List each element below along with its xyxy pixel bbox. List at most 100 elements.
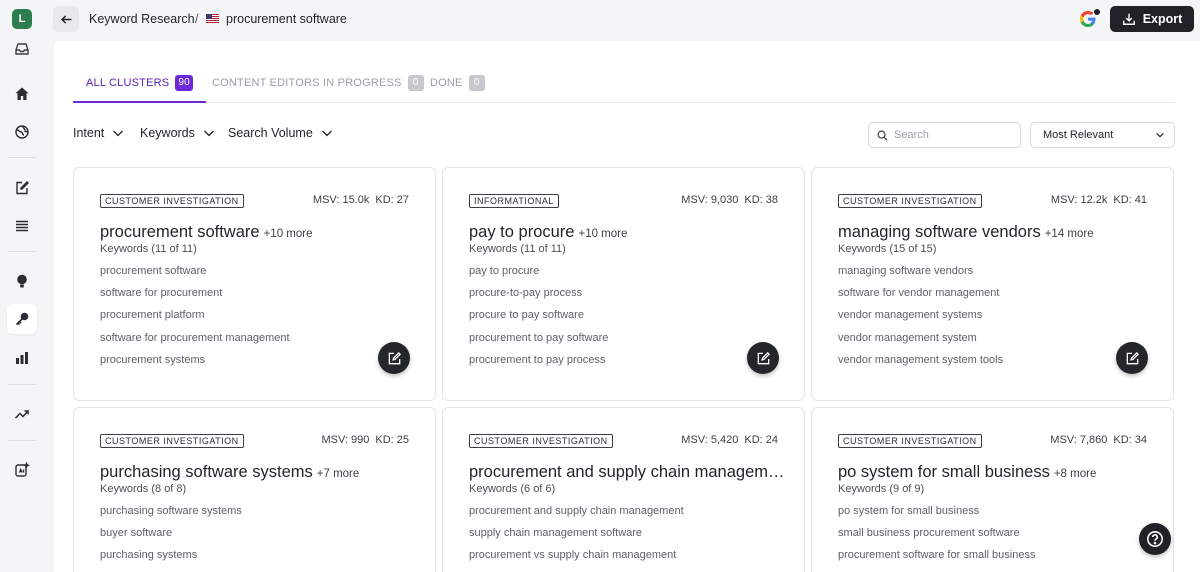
- search-volume-filter[interactable]: Search Volume: [228, 126, 333, 140]
- tab-count-badge: 90: [175, 75, 193, 91]
- kd-value: KD: 34: [1113, 434, 1147, 446]
- search-box[interactable]: [868, 122, 1021, 148]
- back-button[interactable]: [53, 6, 79, 32]
- create-content-button[interactable]: [747, 342, 779, 374]
- sort-select[interactable]: Most Relevant: [1030, 122, 1175, 148]
- list-icon[interactable]: [7, 211, 37, 241]
- pencil-icon: [1126, 351, 1139, 364]
- intent-badge: CUSTOMER INVESTIGATION: [100, 434, 244, 448]
- sidebar-divider: [8, 157, 36, 158]
- cluster-card[interactable]: CUSTOMER INVESTIGATION MSV: 12.2k KD: 41 …: [811, 167, 1174, 401]
- help-button[interactable]: [1139, 523, 1171, 555]
- keyword-item: software for vendor management: [838, 287, 1000, 299]
- arrow-left-icon: [60, 14, 71, 24]
- intent-badge: CUSTOMER INVESTIGATION: [838, 434, 982, 448]
- cluster-title-text: procurement and supply chain management: [469, 463, 785, 481]
- cluster-tabs: ALL CLUSTERS 90 CONTENT EDITORS IN PROGR…: [73, 75, 1175, 103]
- cluster-title-text: po system for small business: [838, 463, 1050, 481]
- keyword-item: purchasing systems: [100, 549, 198, 561]
- keyword-item: vendor management system: [838, 332, 977, 344]
- cluster-title-text: purchasing software systems: [100, 463, 313, 481]
- export-button[interactable]: Export: [1110, 6, 1194, 32]
- chevron-down-icon: [203, 130, 214, 137]
- globe-icon[interactable]: [7, 117, 37, 147]
- more-keywords-count: +10 more: [578, 228, 628, 240]
- key-icon[interactable]: [7, 304, 37, 334]
- sidebar-divider: [8, 384, 36, 385]
- ai-edit-icon[interactable]: [7, 455, 37, 485]
- sort-value: Most Relevant: [1043, 129, 1114, 141]
- intent-badge: INFORMATIONAL: [469, 194, 559, 208]
- msv-value: MSV: 5,420: [681, 434, 739, 446]
- cluster-title[interactable]: po system for small business +8 more: [838, 463, 1154, 482]
- keyword-item: procure-to-pay process: [469, 287, 583, 299]
- cluster-card[interactable]: CUSTOMER INVESTIGATION MSV: 990 KD: 25 pu…: [73, 407, 436, 572]
- keyword-item: managing software vendors: [838, 265, 974, 277]
- tab-all-clusters[interactable]: ALL CLUSTERS 90: [73, 75, 206, 103]
- cluster-card[interactable]: INFORMATIONAL MSV: 9,030 KD: 38 pay to pr…: [442, 167, 805, 401]
- keyword-item: pay to procure: [469, 265, 540, 277]
- keyword-item: software for procurement management: [100, 332, 290, 344]
- keyword-count: Keywords (8 of 8): [100, 483, 187, 495]
- cluster-title-text: managing software vendors: [838, 223, 1041, 241]
- msv-value: MSV: 990: [321, 434, 370, 446]
- breadcrumb-current: procurement software: [226, 12, 347, 26]
- keyword-item: procurement to pay process: [469, 354, 606, 366]
- keyword-count: Keywords (15 of 15): [838, 243, 937, 255]
- cluster-title[interactable]: procurement software +10 more: [100, 223, 416, 242]
- search-input[interactable]: [894, 129, 1014, 141]
- tab-done[interactable]: DONE 0: [430, 75, 485, 103]
- breadcrumb-parent[interactable]: Keyword Research: [89, 12, 195, 26]
- tab-content-editors-in-progress[interactable]: CONTENT EDITORS IN PROGRESS 0: [212, 75, 424, 103]
- keyword-item: procurement systems: [100, 354, 206, 366]
- pencil-icon: [388, 351, 401, 364]
- create-content-button[interactable]: [378, 342, 410, 374]
- home-icon[interactable]: [7, 79, 37, 109]
- keyword-item: purchasing software systems: [100, 505, 242, 517]
- cluster-title[interactable]: managing software vendors +14 more: [838, 223, 1154, 242]
- notification-dot: [1094, 9, 1100, 15]
- filter-label: Intent: [73, 126, 105, 140]
- keyword-count: Keywords (11 of 11): [469, 243, 566, 255]
- keyword-count: Keywords (6 of 6): [469, 483, 556, 495]
- question-mark-icon: [1147, 531, 1163, 547]
- more-keywords-count: +14 more: [1044, 228, 1094, 240]
- keyword-item: procure to pay software: [469, 309, 584, 321]
- workspace-avatar[interactable]: L: [12, 9, 32, 29]
- cluster-title-text: pay to procure: [469, 223, 575, 241]
- lightbulb-icon[interactable]: [7, 266, 37, 296]
- cluster-card[interactable]: CUSTOMER INVESTIGATION MSV: 15.0k KD: 27 …: [73, 167, 436, 401]
- intent-badge: CUSTOMER INVESTIGATION: [838, 194, 982, 208]
- edit-document-icon[interactable]: [7, 173, 37, 203]
- create-content-button[interactable]: [1116, 342, 1148, 374]
- more-keywords-count: +8 more: [1053, 468, 1097, 480]
- cluster-card[interactable]: CUSTOMER INVESTIGATION MSV: 7,860 KD: 34 …: [811, 407, 1174, 572]
- sidebar-divider: [8, 440, 36, 441]
- cluster-title[interactable]: pay to procure +10 more: [469, 223, 785, 242]
- inbox-icon[interactable]: [7, 34, 37, 64]
- keywords-filter[interactable]: Keywords: [140, 126, 215, 140]
- chevron-down-icon: [1156, 132, 1164, 138]
- trending-icon[interactable]: [7, 399, 37, 429]
- more-keywords-count: +10 more: [263, 228, 313, 240]
- intent-badge: CUSTOMER INVESTIGATION: [100, 194, 244, 208]
- keyword-item: po system for small business: [838, 505, 980, 517]
- cluster-title[interactable]: purchasing software systems +7 more: [100, 463, 416, 482]
- keyword-item: vendor management systems: [838, 309, 983, 321]
- card-metrics: MSV: 15.0k KD: 27: [313, 194, 409, 206]
- bar-chart-icon[interactable]: [7, 343, 37, 373]
- pencil-icon: [757, 351, 770, 364]
- download-icon: [1122, 13, 1135, 25]
- keyword-item: procurement and supply chain management: [469, 505, 684, 517]
- cluster-title[interactable]: procurement and supply chain management: [469, 463, 785, 482]
- msv-value: MSV: 12.2k: [1050, 194, 1108, 206]
- keyword-item: procurement vs supply chain management: [469, 549, 677, 561]
- intent-filter[interactable]: Intent: [73, 126, 124, 140]
- cluster-card[interactable]: CUSTOMER INVESTIGATION MSV: 5,420 KD: 24 …: [442, 407, 805, 572]
- keyword-item: vendor management system tools: [838, 354, 1004, 366]
- keyword-count: Keywords (9 of 9): [838, 483, 925, 495]
- kd-value: KD: 41: [1113, 194, 1147, 206]
- more-keywords-count: +7 more: [316, 468, 360, 480]
- keyword-item: procurement platform: [100, 309, 205, 321]
- keyword-item: small business procurement software: [838, 527, 1020, 539]
